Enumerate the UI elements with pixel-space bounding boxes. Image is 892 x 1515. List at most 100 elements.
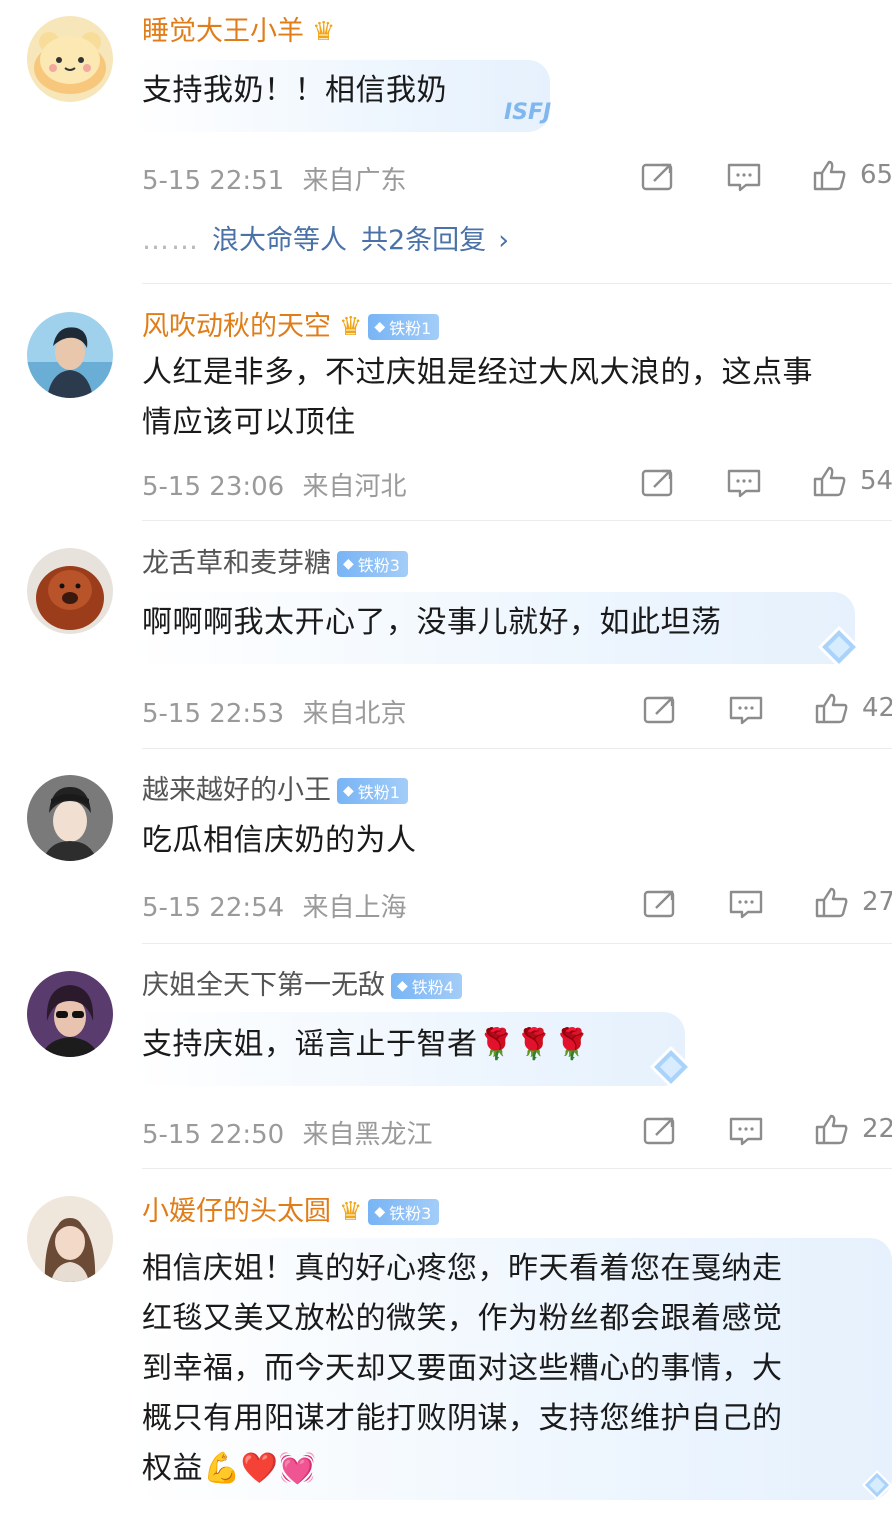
comment-line: 相信庆姐！真的好心疼您，昨天看着您在戛纳走: [142, 1251, 783, 1286]
crown-icon: ♛: [339, 1197, 363, 1227]
comment-text: 支持我奶！！相信我奶: [142, 66, 447, 116]
username[interactable]: 风吹动秋的天空: [142, 307, 331, 347]
username[interactable]: 越来越好的小王: [142, 771, 331, 811]
avatar[interactable]: [27, 775, 113, 861]
avatar[interactable]: [27, 971, 113, 1057]
comment-location: 来自河北: [302, 472, 407, 502]
reply-dots: ……: [142, 225, 200, 256]
chevron-right-icon: ›: [498, 225, 509, 256]
comment-line: 吃瓜相信庆奶的为人: [142, 823, 417, 858]
name-line: 风吹动秋的天空 ♛ ◆ 铁粉1: [142, 307, 440, 347]
crown-icon: ♛: [339, 312, 363, 342]
comment-line: 红毯又美又放松的微笑，作为粉丝都会跟着感觉: [142, 1301, 783, 1336]
fan-badge: ◆ 铁粉1: [337, 778, 408, 804]
share-icon[interactable]: [642, 888, 678, 920]
comment-icon[interactable]: [728, 1115, 764, 1147]
name-line: 小媛仔的头太圆 ♛ ◆ 铁粉3: [142, 1192, 440, 1232]
avatar[interactable]: [27, 548, 113, 634]
like-icon[interactable]: [814, 692, 850, 724]
avatar[interactable]: [27, 1196, 113, 1282]
name-line: 庆姐全天下第一无敌 ◆ 铁粉4: [142, 966, 462, 1006]
comment-time: 5-15 22:51: [142, 166, 285, 196]
fan-badge: ◆ 铁粉1: [368, 314, 440, 340]
fan-badge: ◆ 铁粉3: [337, 551, 408, 577]
share-icon[interactable]: [640, 467, 676, 499]
share-icon[interactable]: [640, 161, 676, 193]
badge-label: 铁粉3: [389, 1204, 432, 1223]
like-icon[interactable]: [812, 159, 848, 191]
comment-icon[interactable]: [728, 888, 764, 920]
badge-label: 铁粉3: [357, 556, 400, 575]
like-count: 65: [860, 160, 892, 190]
fan-badge: ◆ 铁粉4: [391, 973, 462, 999]
comment-icon[interactable]: [726, 467, 762, 499]
divider: [142, 520, 892, 521]
avatar[interactable]: [27, 312, 113, 398]
share-icon[interactable]: [642, 694, 678, 726]
username[interactable]: 庆姐全天下第一无敌: [142, 966, 385, 1006]
like-count: 54: [860, 466, 892, 496]
like-icon[interactable]: [812, 465, 848, 497]
fan-badge: ◆ 铁粉3: [368, 1199, 440, 1225]
divider: [142, 283, 892, 284]
comment-meta: 5-15 22:54 来自上海: [142, 887, 406, 924]
comment-location: 来自黑龙江: [302, 1120, 433, 1150]
diamond-icon: ◆: [343, 556, 354, 572]
comment-location: 来自北京: [302, 699, 407, 729]
share-icon[interactable]: [642, 1115, 678, 1147]
comment-time: 5-15 22:53: [142, 699, 285, 729]
comment-meta: 5-15 22:50 来自黑龙江: [142, 1114, 432, 1151]
comment-location: 来自广东: [302, 166, 407, 196]
crown-icon: ♛: [312, 17, 336, 47]
username[interactable]: 睡觉大王小羊: [142, 12, 304, 52]
comment-line: 人红是非多，不过庆姐是经过大风大浪的，这点事: [142, 355, 813, 390]
comment-location: 来自上海: [302, 893, 407, 923]
comment-text: 支持庆姐，谣言止于智者🌹🌹🌹: [142, 1020, 591, 1070]
badge-label: 铁粉1: [357, 783, 400, 802]
badge-label: 铁粉4: [411, 978, 454, 997]
diamond-icon: ◆: [374, 319, 386, 335]
comment-time: 5-15 23:06: [142, 472, 285, 502]
divider: [142, 748, 892, 749]
comment-text: 啊啊啊我太开心了，没事儿就好，如此坦荡: [142, 598, 722, 648]
like-icon[interactable]: [814, 1113, 850, 1145]
diamond-icon: ◆: [374, 1204, 386, 1220]
comment-text: 吃瓜相信庆奶的为人: [142, 816, 417, 866]
username[interactable]: 龙舌草和麦芽糖: [142, 544, 331, 584]
name-line: 越来越好的小王 ◆ 铁粉1: [142, 771, 408, 811]
like-icon[interactable]: [814, 886, 850, 918]
diamond-icon: ◆: [343, 783, 354, 799]
reply-count[interactable]: 共2条回复: [361, 225, 486, 256]
avatar[interactable]: [27, 16, 113, 102]
badge-label: 铁粉1: [389, 319, 432, 338]
comment-line: 支持庆姐，谣言止于智者🌹🌹🌹: [142, 1027, 592, 1062]
name-line: 睡觉大王小羊 ♛: [142, 12, 335, 52]
like-count: 27: [862, 887, 892, 917]
diamond-sticker: [817, 625, 861, 669]
comment-icon[interactable]: [726, 161, 762, 193]
comment-time: 5-15 22:54: [142, 893, 285, 923]
comment-line: 啊啊啊我太开心了，没事儿就好，如此坦荡: [142, 605, 722, 640]
reply-summary[interactable]: …… 浪大命等人 共2条回复 ›: [142, 218, 509, 257]
divider: [142, 1168, 892, 1169]
diamond-sticker: [861, 1469, 892, 1512]
comment-meta: 5-15 22:51 来自广东: [142, 160, 406, 197]
name-line: 龙舌草和麦芽糖 ◆ 铁粉3: [142, 544, 408, 584]
comment-line: 概只有用阳谋才能打败阴谋，支持您维护自己的: [142, 1401, 783, 1436]
divider: [142, 943, 892, 944]
comment-line: 支持我奶！！相信我奶: [142, 73, 447, 108]
like-count: 22: [862, 1114, 892, 1144]
diamond-icon: ◆: [397, 978, 408, 994]
comment-time: 5-15 22:50: [142, 1120, 285, 1150]
comment-line: 情应该可以顶住: [142, 405, 356, 440]
diamond-sticker: [649, 1045, 693, 1089]
sfj-sticker: ISFJ: [504, 100, 552, 125]
comment-text: 人红是非多，不过庆姐是经过大风大浪的，这点事 情应该可以顶住: [142, 348, 813, 448]
comment-line: 到幸福，而今天却又要面对这些糟心的事情，大: [142, 1351, 783, 1386]
comment-text: 相信庆姐！真的好心疼您，昨天看着您在戛纳走 红毯又美又放松的微笑，作为粉丝都会跟…: [142, 1244, 783, 1494]
comment-meta: 5-15 22:53 来自北京: [142, 693, 406, 730]
reply-names[interactable]: 浪大命等人: [212, 225, 347, 256]
comment-icon[interactable]: [728, 694, 764, 726]
username[interactable]: 小媛仔的头太圆: [142, 1192, 331, 1232]
comment-line: 权益💪❤️💓: [142, 1451, 317, 1486]
